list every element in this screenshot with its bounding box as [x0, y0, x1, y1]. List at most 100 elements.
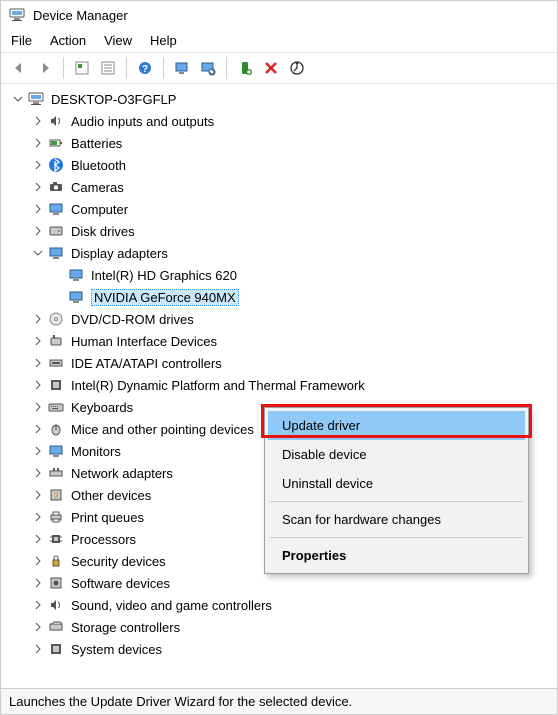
- expand-icon[interactable]: [11, 92, 25, 106]
- cam-icon: [47, 178, 65, 196]
- tree-category-ide[interactable]: IDE ATA/ATAPI controllers: [3, 352, 555, 374]
- category-label: Human Interface Devices: [71, 334, 217, 349]
- uninstall-button[interactable]: [259, 56, 283, 80]
- sec-icon: [47, 552, 65, 570]
- statusbar: Launches the Update Driver Wizard for th…: [1, 688, 557, 714]
- expand-icon[interactable]: [31, 510, 45, 524]
- expand-icon[interactable]: [31, 554, 45, 568]
- svg-text:?: ?: [142, 64, 148, 75]
- tree-category-sysdev[interactable]: System devices: [3, 638, 555, 660]
- category-label: Batteries: [71, 136, 122, 151]
- menu-separator: [270, 501, 523, 502]
- menu-item-properties[interactable]: Properties: [268, 541, 525, 570]
- tree-category-disk[interactable]: Disk drives: [3, 220, 555, 242]
- expand-icon[interactable]: [31, 334, 45, 348]
- menu-action[interactable]: Action: [50, 33, 86, 48]
- expand-icon[interactable]: [31, 620, 45, 634]
- disk-icon: [47, 222, 65, 240]
- menu-item-uninstall-device[interactable]: Uninstall device: [268, 469, 525, 498]
- hid-icon: [47, 332, 65, 350]
- expand-icon[interactable]: [31, 400, 45, 414]
- category-label: Processors: [71, 532, 136, 547]
- expand-icon[interactable]: [31, 356, 45, 370]
- category-label: Intel(R) Dynamic Platform and Thermal Fr…: [71, 378, 365, 393]
- device-tree[interactable]: DESKTOP-O3FGFLP Audio inputs and outputs…: [1, 84, 557, 662]
- category-label: Cameras: [71, 180, 124, 195]
- expand-icon[interactable]: [31, 312, 45, 326]
- forward-button[interactable]: [33, 56, 57, 80]
- back-button[interactable]: [7, 56, 31, 80]
- tree-device[interactable]: NVIDIA GeForce 940MX: [3, 286, 555, 308]
- category-label: Bluetooth: [71, 158, 126, 173]
- tree-category-hid[interactable]: Human Interface Devices: [3, 330, 555, 352]
- ide-icon: [47, 354, 65, 372]
- expand-icon[interactable]: [31, 642, 45, 656]
- expand-icon[interactable]: [31, 180, 45, 194]
- tree-device[interactable]: Intel(R) HD Graphics 620: [3, 264, 555, 286]
- menu-view[interactable]: View: [104, 33, 132, 48]
- menu-item-scan-hardware[interactable]: Scan for hardware changes: [268, 505, 525, 534]
- toolbar-separator: [63, 57, 64, 79]
- expand-icon[interactable]: [31, 378, 45, 392]
- titlebar: Device Manager: [1, 1, 557, 29]
- dvd-icon: [47, 310, 65, 328]
- sysdev-icon: [47, 640, 65, 658]
- properties-button[interactable]: [96, 56, 120, 80]
- toolbar-separator: [163, 57, 164, 79]
- tree-category-sound[interactable]: Sound, video and game controllers: [3, 594, 555, 616]
- tree-category-disp[interactable]: Display adapters: [3, 242, 555, 264]
- tree-root[interactable]: DESKTOP-O3FGFLP: [3, 88, 555, 110]
- category-label: Monitors: [71, 444, 121, 459]
- kbd-icon: [47, 398, 65, 416]
- tree-category-dvd[interactable]: DVD/CD-ROM drives: [3, 308, 555, 330]
- window-title: Device Manager: [33, 8, 128, 23]
- scan-changes-button[interactable]: [196, 56, 220, 80]
- expand-icon[interactable]: [31, 114, 45, 128]
- menu-help[interactable]: Help: [150, 33, 177, 48]
- comp-icon: [47, 200, 65, 218]
- tree-category-comp[interactable]: Computer: [3, 198, 555, 220]
- category-label: Keyboards: [71, 400, 133, 415]
- category-label: Computer: [71, 202, 128, 217]
- expand-icon[interactable]: [31, 422, 45, 436]
- expand-icon[interactable]: [31, 576, 45, 590]
- expand-icon[interactable]: [31, 444, 45, 458]
- audio-icon: [47, 112, 65, 130]
- disp-icon: [47, 244, 65, 262]
- swdev-icon: [47, 574, 65, 592]
- tree-category-batt[interactable]: Batteries: [3, 132, 555, 154]
- menu-separator: [270, 537, 523, 538]
- category-label: System devices: [71, 642, 162, 657]
- expand-icon[interactable]: [31, 488, 45, 502]
- tree-category-stor[interactable]: Storage controllers: [3, 616, 555, 638]
- menu-item-disable-device[interactable]: Disable device: [268, 440, 525, 469]
- collapse-icon[interactable]: [31, 246, 45, 260]
- expand-icon[interactable]: [31, 466, 45, 480]
- device-label: Intel(R) HD Graphics 620: [91, 268, 237, 283]
- add-legacy-button[interactable]: [233, 56, 257, 80]
- category-label: Network adapters: [71, 466, 173, 481]
- tree-category-audio[interactable]: Audio inputs and outputs: [3, 110, 555, 132]
- display-adapter-icon: [67, 288, 85, 306]
- display-adapter-icon: [67, 266, 85, 284]
- expand-icon[interactable]: [31, 532, 45, 546]
- expand-icon[interactable]: [31, 158, 45, 172]
- tree-category-swdev[interactable]: Software devices: [3, 572, 555, 594]
- device-manager-icon: [9, 7, 25, 23]
- tree-category-cam[interactable]: Cameras: [3, 176, 555, 198]
- show-hidden-button[interactable]: [70, 56, 94, 80]
- tree-category-dptf[interactable]: Intel(R) Dynamic Platform and Thermal Fr…: [3, 374, 555, 396]
- expand-icon[interactable]: [31, 224, 45, 238]
- scan-hardware-button[interactable]: [170, 56, 194, 80]
- expand-icon[interactable]: [31, 136, 45, 150]
- update-driver-button[interactable]: [285, 56, 309, 80]
- expand-icon[interactable]: [31, 202, 45, 216]
- menu-item-update-driver[interactable]: Update driver: [268, 411, 525, 440]
- tree-category-bt[interactable]: Bluetooth: [3, 154, 555, 176]
- expand-icon[interactable]: [31, 598, 45, 612]
- help-button[interactable]: ?: [133, 56, 157, 80]
- no-expand: [51, 268, 65, 282]
- toolbar-separator: [226, 57, 227, 79]
- menu-file[interactable]: File: [11, 33, 32, 48]
- toolbar: ?: [1, 52, 557, 84]
